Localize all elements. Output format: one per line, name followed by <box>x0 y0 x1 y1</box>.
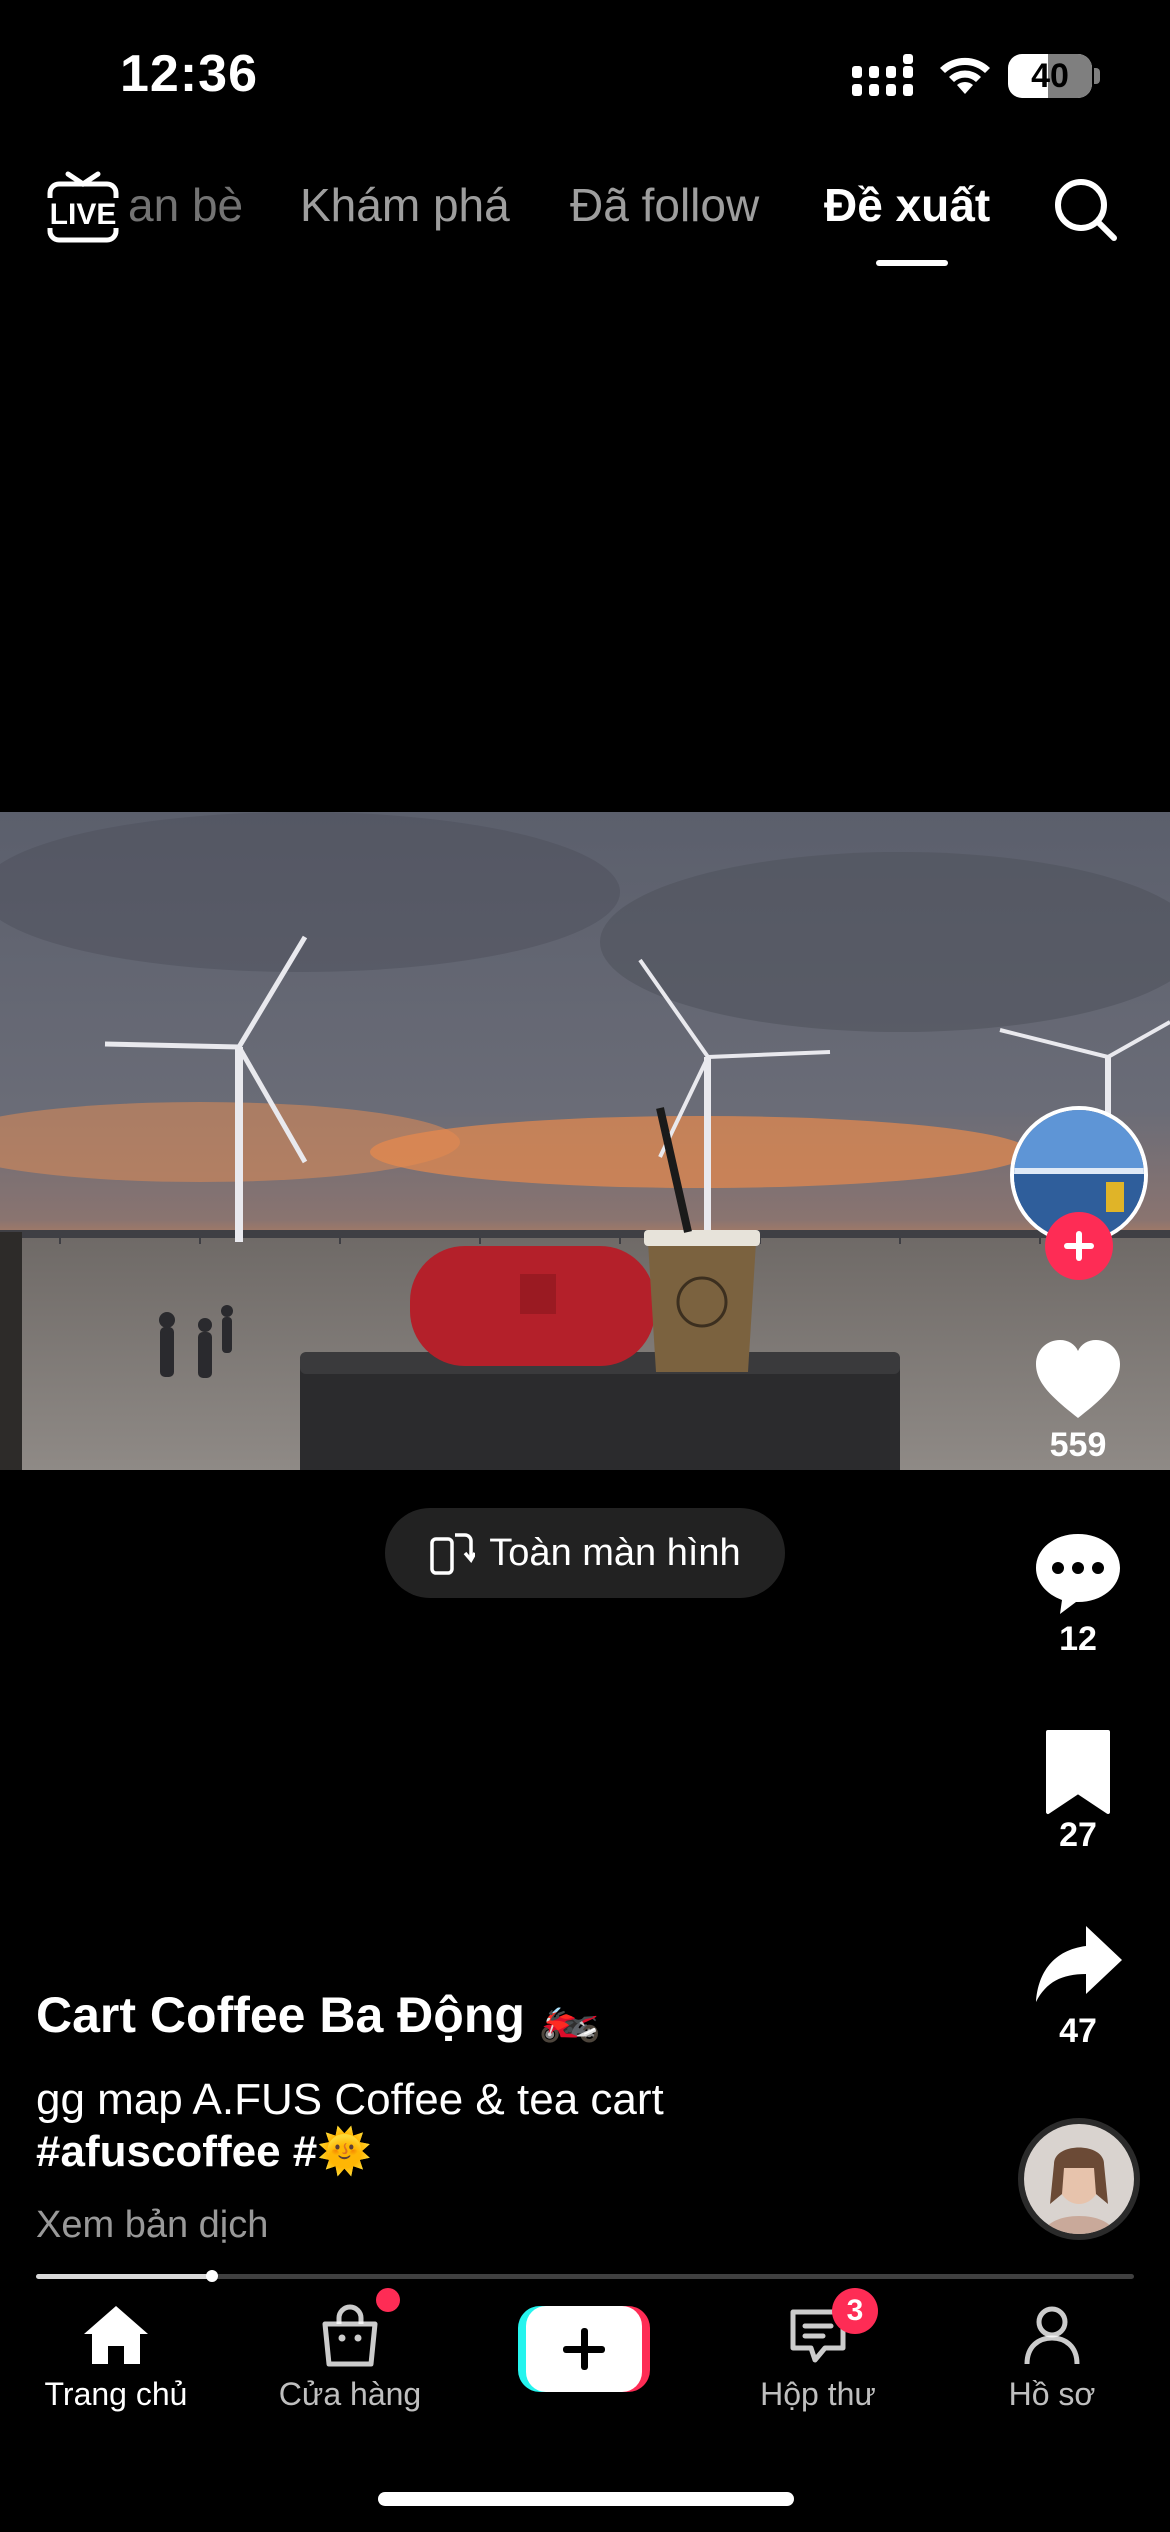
battery-indicator: 40 <box>1008 54 1092 98</box>
nav-profile-label: Hồ sơ <box>1008 2376 1096 2412</box>
profile-icon <box>1024 2306 1080 2365</box>
shop-bag-icon <box>322 2304 378 2367</box>
caption-text: gg map A.FUS Coffee & tea cart <box>36 2075 664 2124</box>
rotate-phone-icon <box>430 1533 476 1575</box>
battery-level: 40 <box>1031 56 1069 95</box>
video-progress-fill <box>36 2274 212 2279</box>
status-time: 12:36 <box>120 45 258 103</box>
inbox-badge: 3 <box>832 2288 878 2334</box>
video-player[interactable] <box>0 812 1170 1470</box>
bookmark-icon[interactable] <box>1030 1724 1126 1820</box>
home-indicator[interactable] <box>378 2492 794 2506</box>
video-progress-handle[interactable] <box>206 2270 218 2282</box>
tab-friends[interactable]: an bè <box>128 178 243 232</box>
cellular-signal-icon <box>852 54 913 96</box>
tab-following[interactable]: Đã follow <box>570 178 759 232</box>
music-disc[interactable] <box>1018 2118 1140 2240</box>
comment-count: 12 <box>1059 1620 1097 1658</box>
active-tab-indicator <box>876 260 948 266</box>
creator-username[interactable]: Cart Coffee Ba Động 🏍️ <box>36 1986 601 2045</box>
nav-shop[interactable]: Cửa hàng <box>250 2302 450 2413</box>
create-button[interactable] <box>518 2306 650 2392</box>
nav-home[interactable]: Trang chủ <box>16 2302 216 2413</box>
live-icon[interactable]: LIVE <box>46 168 120 246</box>
search-icon[interactable] <box>1052 176 1118 242</box>
tab-explore[interactable]: Khám phá <box>300 178 510 232</box>
comment-icon[interactable] <box>1030 1524 1126 1620</box>
music-disc-image <box>1024 2124 1134 2234</box>
save-count: 27 <box>1059 1816 1097 1854</box>
post-caption[interactable]: gg map A.FUS Coffee & tea cart #afuscoff… <box>36 2074 976 2178</box>
video-frame-image <box>0 812 1170 1470</box>
plus-icon <box>1064 1231 1094 1261</box>
shop-notification-dot <box>376 2288 400 2312</box>
svg-text:LIVE: LIVE <box>50 198 117 231</box>
share-icon[interactable] <box>1030 1918 1126 2014</box>
heart-icon[interactable] <box>1030 1332 1126 1428</box>
like-count: 559 <box>1049 1426 1107 1464</box>
see-translation-link[interactable]: Xem bản dịch <box>36 2204 268 2247</box>
nav-shop-label: Cửa hàng <box>278 2376 422 2412</box>
battery-nub <box>1094 68 1100 84</box>
nav-profile[interactable]: Hồ sơ <box>952 2302 1152 2413</box>
caption-hashtags[interactable]: #afuscoffee #🌞 <box>36 2126 976 2178</box>
wifi-icon <box>940 57 990 94</box>
fullscreen-button[interactable]: Toàn màn hình <box>385 1508 785 1598</box>
nav-inbox-label: Hộp thư <box>760 2376 876 2412</box>
tab-for-you[interactable]: Đề xuất <box>824 178 990 232</box>
fullscreen-label: Toàn màn hình <box>489 1531 741 1574</box>
nav-home-label: Trang chủ <box>44 2376 188 2412</box>
follow-button[interactable] <box>1045 1212 1113 1280</box>
home-icon <box>84 2306 148 2364</box>
nav-inbox[interactable]: Hộp thư <box>718 2302 918 2413</box>
share-count: 47 <box>1059 2012 1097 2050</box>
